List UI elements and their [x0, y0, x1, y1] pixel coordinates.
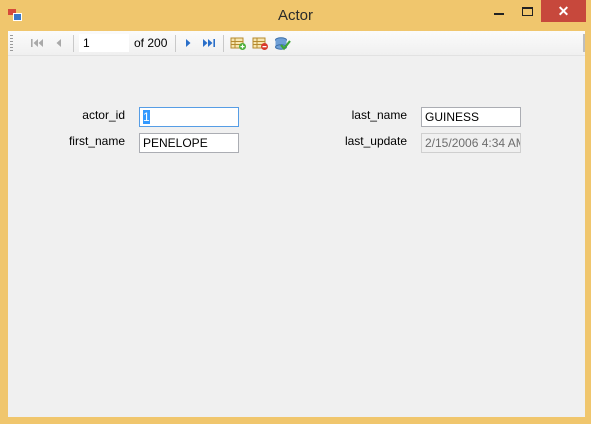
toolbar-overflow-edge [583, 34, 585, 52]
delete-icon [252, 37, 268, 50]
last-update-label: last_update [344, 134, 407, 148]
move-next-icon [186, 39, 191, 47]
maximize-button[interactable] [514, 0, 540, 22]
move-last-icon [203, 39, 215, 47]
last-name-value: GUINESS [425, 110, 480, 124]
move-first-icon [31, 39, 43, 47]
first-name-field[interactable]: PENELOPE [139, 133, 239, 153]
add-new-button[interactable] [228, 35, 248, 51]
save-data-icon [274, 36, 291, 50]
toolbar-separator [175, 35, 176, 52]
move-previous-icon [56, 39, 61, 47]
move-last-button[interactable] [200, 35, 218, 51]
actor-id-label: actor_id [82, 108, 125, 122]
minimize-icon [494, 13, 504, 15]
maximize-icon [521, 6, 533, 16]
first-name-value: PENELOPE [143, 136, 208, 150]
delete-button[interactable] [250, 35, 270, 51]
close-button[interactable]: ✕ [541, 0, 586, 22]
app-window: Actor ✕ 1 of 200 actor_id 1 first_name P… [0, 0, 591, 424]
move-previous-button[interactable] [51, 35, 67, 51]
form-client-area: of 200 [8, 31, 585, 417]
save-data-button[interactable] [272, 35, 292, 51]
first-name-label: first_name [68, 134, 125, 148]
actor-id-field[interactable]: 1 [139, 107, 239, 127]
last-update-value: 2/15/2006 4:34 AM [425, 136, 521, 150]
add-new-icon [230, 37, 246, 50]
last-update-field[interactable]: 2/15/2006 4:34 AM [421, 133, 521, 153]
toolbar-grip[interactable] [10, 35, 13, 51]
title-bar[interactable]: Actor ✕ [0, 0, 591, 31]
move-next-button[interactable] [180, 35, 196, 51]
position-input[interactable] [79, 34, 129, 52]
close-icon: ✕ [557, 2, 570, 19]
move-first-button[interactable] [28, 35, 46, 51]
actor-id-value: 1 [143, 110, 150, 124]
toolbar-separator [73, 35, 74, 52]
last-name-label: last_name [351, 108, 407, 122]
last-name-field[interactable]: GUINESS [421, 107, 521, 127]
binding-navigator: of 200 [8, 31, 585, 56]
minimize-button[interactable] [484, 0, 514, 22]
toolbar-separator [223, 35, 224, 52]
record-count-label: of 200 [134, 36, 168, 50]
